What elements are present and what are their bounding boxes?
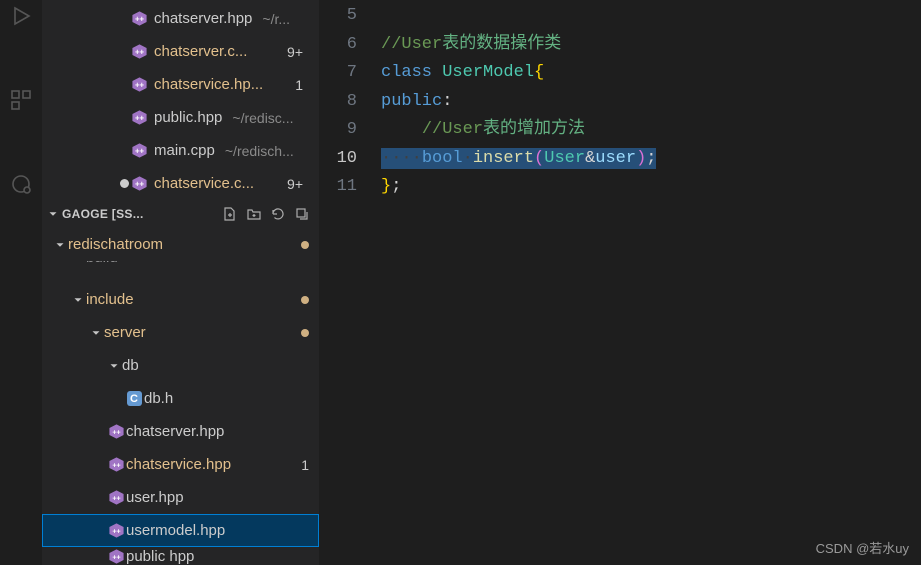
- run-debug-icon[interactable]: [9, 4, 33, 28]
- problems-badge: 9+: [287, 44, 303, 60]
- open-editor-item[interactable]: ++ chatserver.c... 9+: [42, 35, 319, 68]
- tree-label: db: [122, 357, 139, 374]
- chevron-down-icon: [88, 326, 104, 340]
- open-editor-filename: chatserver.hpp: [154, 10, 252, 27]
- open-editor-item[interactable]: ++ chatserver.hpp ~/r...: [42, 2, 319, 35]
- open-editor-filename: chatservice.c...: [154, 175, 254, 192]
- code-area[interactable]: //User表的数据操作类class UserModel{public: //U…: [381, 0, 921, 565]
- modified-dot-icon: [301, 241, 309, 249]
- chevron-down-icon: [106, 359, 122, 373]
- tree-folder-server[interactable]: server: [42, 316, 319, 349]
- cpp-file-icon: ++: [106, 456, 126, 473]
- line-number: 7: [319, 59, 357, 88]
- open-editor-filename: main.cpp: [154, 142, 215, 159]
- cpp-file-icon: ++: [130, 142, 148, 160]
- tree-folder-root[interactable]: redischatroom: [42, 228, 319, 261]
- cpp-file-icon: ++: [130, 43, 148, 61]
- tree-label: user.hpp: [126, 489, 184, 506]
- tree-label: chatservice.hpp: [126, 456, 231, 473]
- collapse-all-icon[interactable]: [291, 203, 313, 225]
- modified-dot-icon: [301, 329, 309, 337]
- line-number: 10: [319, 145, 357, 174]
- line-number: 9: [319, 116, 357, 145]
- cpp-file-icon: ++: [130, 10, 148, 28]
- svg-text:++: ++: [134, 179, 144, 188]
- line-number-gutter: 5 6 7 8 9 10 11: [319, 0, 381, 565]
- svg-text:++: ++: [112, 553, 120, 561]
- sidebar: ++ chatserver.hpp ~/r... ++ chatserver.c…: [42, 0, 319, 565]
- cpp-file-icon: ++: [106, 522, 126, 539]
- tree-label: build: [86, 261, 118, 266]
- tree-file-public[interactable]: ++ public hpp: [42, 547, 319, 565]
- cpp-file-icon: ++: [130, 175, 148, 193]
- c-file-icon: C: [124, 391, 144, 406]
- file-tree: redischatroom build include server db C …: [42, 228, 319, 565]
- cpp-file-icon: ++: [106, 423, 126, 440]
- code-editor[interactable]: 5 6 7 8 9 10 11 //User表的数据操作类class UserM…: [319, 0, 921, 565]
- chevron-down-icon: [52, 238, 68, 252]
- problems-badge: 1: [301, 457, 309, 473]
- tree-label: include: [86, 291, 134, 308]
- svg-text:++: ++: [112, 461, 120, 469]
- new-folder-icon[interactable]: [243, 203, 265, 225]
- tree-file-user[interactable]: ++ user.hpp: [42, 481, 319, 514]
- open-editor-item[interactable]: ++ public.hpp ~/redisc...: [42, 101, 319, 134]
- activity-bar: [0, 0, 42, 565]
- tree-label: db.h: [144, 390, 173, 407]
- open-editor-path: ~/r...: [262, 11, 290, 27]
- open-editors-section: ++ chatserver.hpp ~/r... ++ chatserver.c…: [42, 0, 319, 200]
- svg-text:++: ++: [112, 527, 120, 535]
- tree-file-chatservice[interactable]: ++ chatservice.hpp 1: [42, 448, 319, 481]
- svg-text:++: ++: [134, 113, 144, 122]
- open-editor-path: ~/redisc...: [232, 110, 293, 126]
- watermark: CSDN @若水uy: [816, 538, 909, 557]
- tree-file-dbh[interactable]: C db.h: [42, 382, 319, 415]
- line-number: 11: [319, 173, 357, 202]
- tree-file-usermodel[interactable]: ++ usermodel.hpp: [42, 514, 319, 547]
- tree-label: usermodel.hpp: [126, 522, 225, 539]
- cpp-file-icon: ++: [130, 109, 148, 127]
- refresh-icon[interactable]: [267, 203, 289, 225]
- line-number: 5: [319, 2, 357, 31]
- line-number: 6: [319, 31, 357, 60]
- svg-text:++: ++: [134, 146, 144, 155]
- open-editor-filename: chatserver.c...: [154, 43, 247, 60]
- svg-text:++: ++: [134, 80, 144, 89]
- tree-label: chatserver.hpp: [126, 423, 224, 440]
- cpp-file-icon: ++: [130, 76, 148, 94]
- remote-icon[interactable]: [9, 172, 33, 196]
- open-editor-filename: public.hpp: [154, 109, 222, 126]
- open-editor-item[interactable]: ++ main.cpp ~/redisch...: [42, 134, 319, 167]
- svg-text:++: ++: [134, 14, 144, 23]
- chevron-down-icon: [46, 207, 60, 221]
- tree-folder-build[interactable]: build: [42, 261, 319, 283]
- modified-dot-icon: [301, 296, 309, 304]
- cpp-file-icon: ++: [106, 489, 126, 506]
- explorer-header[interactable]: GAOGE [SS...: [42, 200, 319, 228]
- tree-label: redischatroom: [68, 236, 163, 253]
- problems-badge: 1: [295, 77, 303, 93]
- tree-folder-db[interactable]: db: [42, 349, 319, 382]
- problems-badge: 9+: [287, 176, 303, 192]
- new-file-icon[interactable]: [219, 203, 241, 225]
- cpp-file-icon: ++: [106, 548, 126, 565]
- open-editor-filename: chatservice.hp...: [154, 76, 263, 93]
- explorer-title: GAOGE [SS...: [62, 207, 217, 221]
- line-number: 8: [319, 88, 357, 117]
- open-editor-item[interactable]: ++ chatservice.hp... 1: [42, 68, 319, 101]
- tree-file-chatserver[interactable]: ++ chatserver.hpp: [42, 415, 319, 448]
- svg-text:++: ++: [112, 494, 120, 502]
- tree-folder-include[interactable]: include: [42, 283, 319, 316]
- open-editor-path: ~/redisch...: [225, 143, 294, 159]
- chevron-down-icon: [70, 261, 86, 265]
- tree-label: public hpp: [126, 548, 194, 565]
- svg-text:++: ++: [112, 428, 120, 436]
- unsaved-dot-icon: [120, 179, 129, 188]
- extensions-pieces-icon[interactable]: [9, 88, 33, 112]
- chevron-down-icon: [70, 293, 86, 307]
- svg-text:++: ++: [134, 47, 144, 56]
- tree-label: server: [104, 324, 146, 341]
- open-editor-item[interactable]: ++ chatservice.c... 9+: [42, 167, 319, 200]
